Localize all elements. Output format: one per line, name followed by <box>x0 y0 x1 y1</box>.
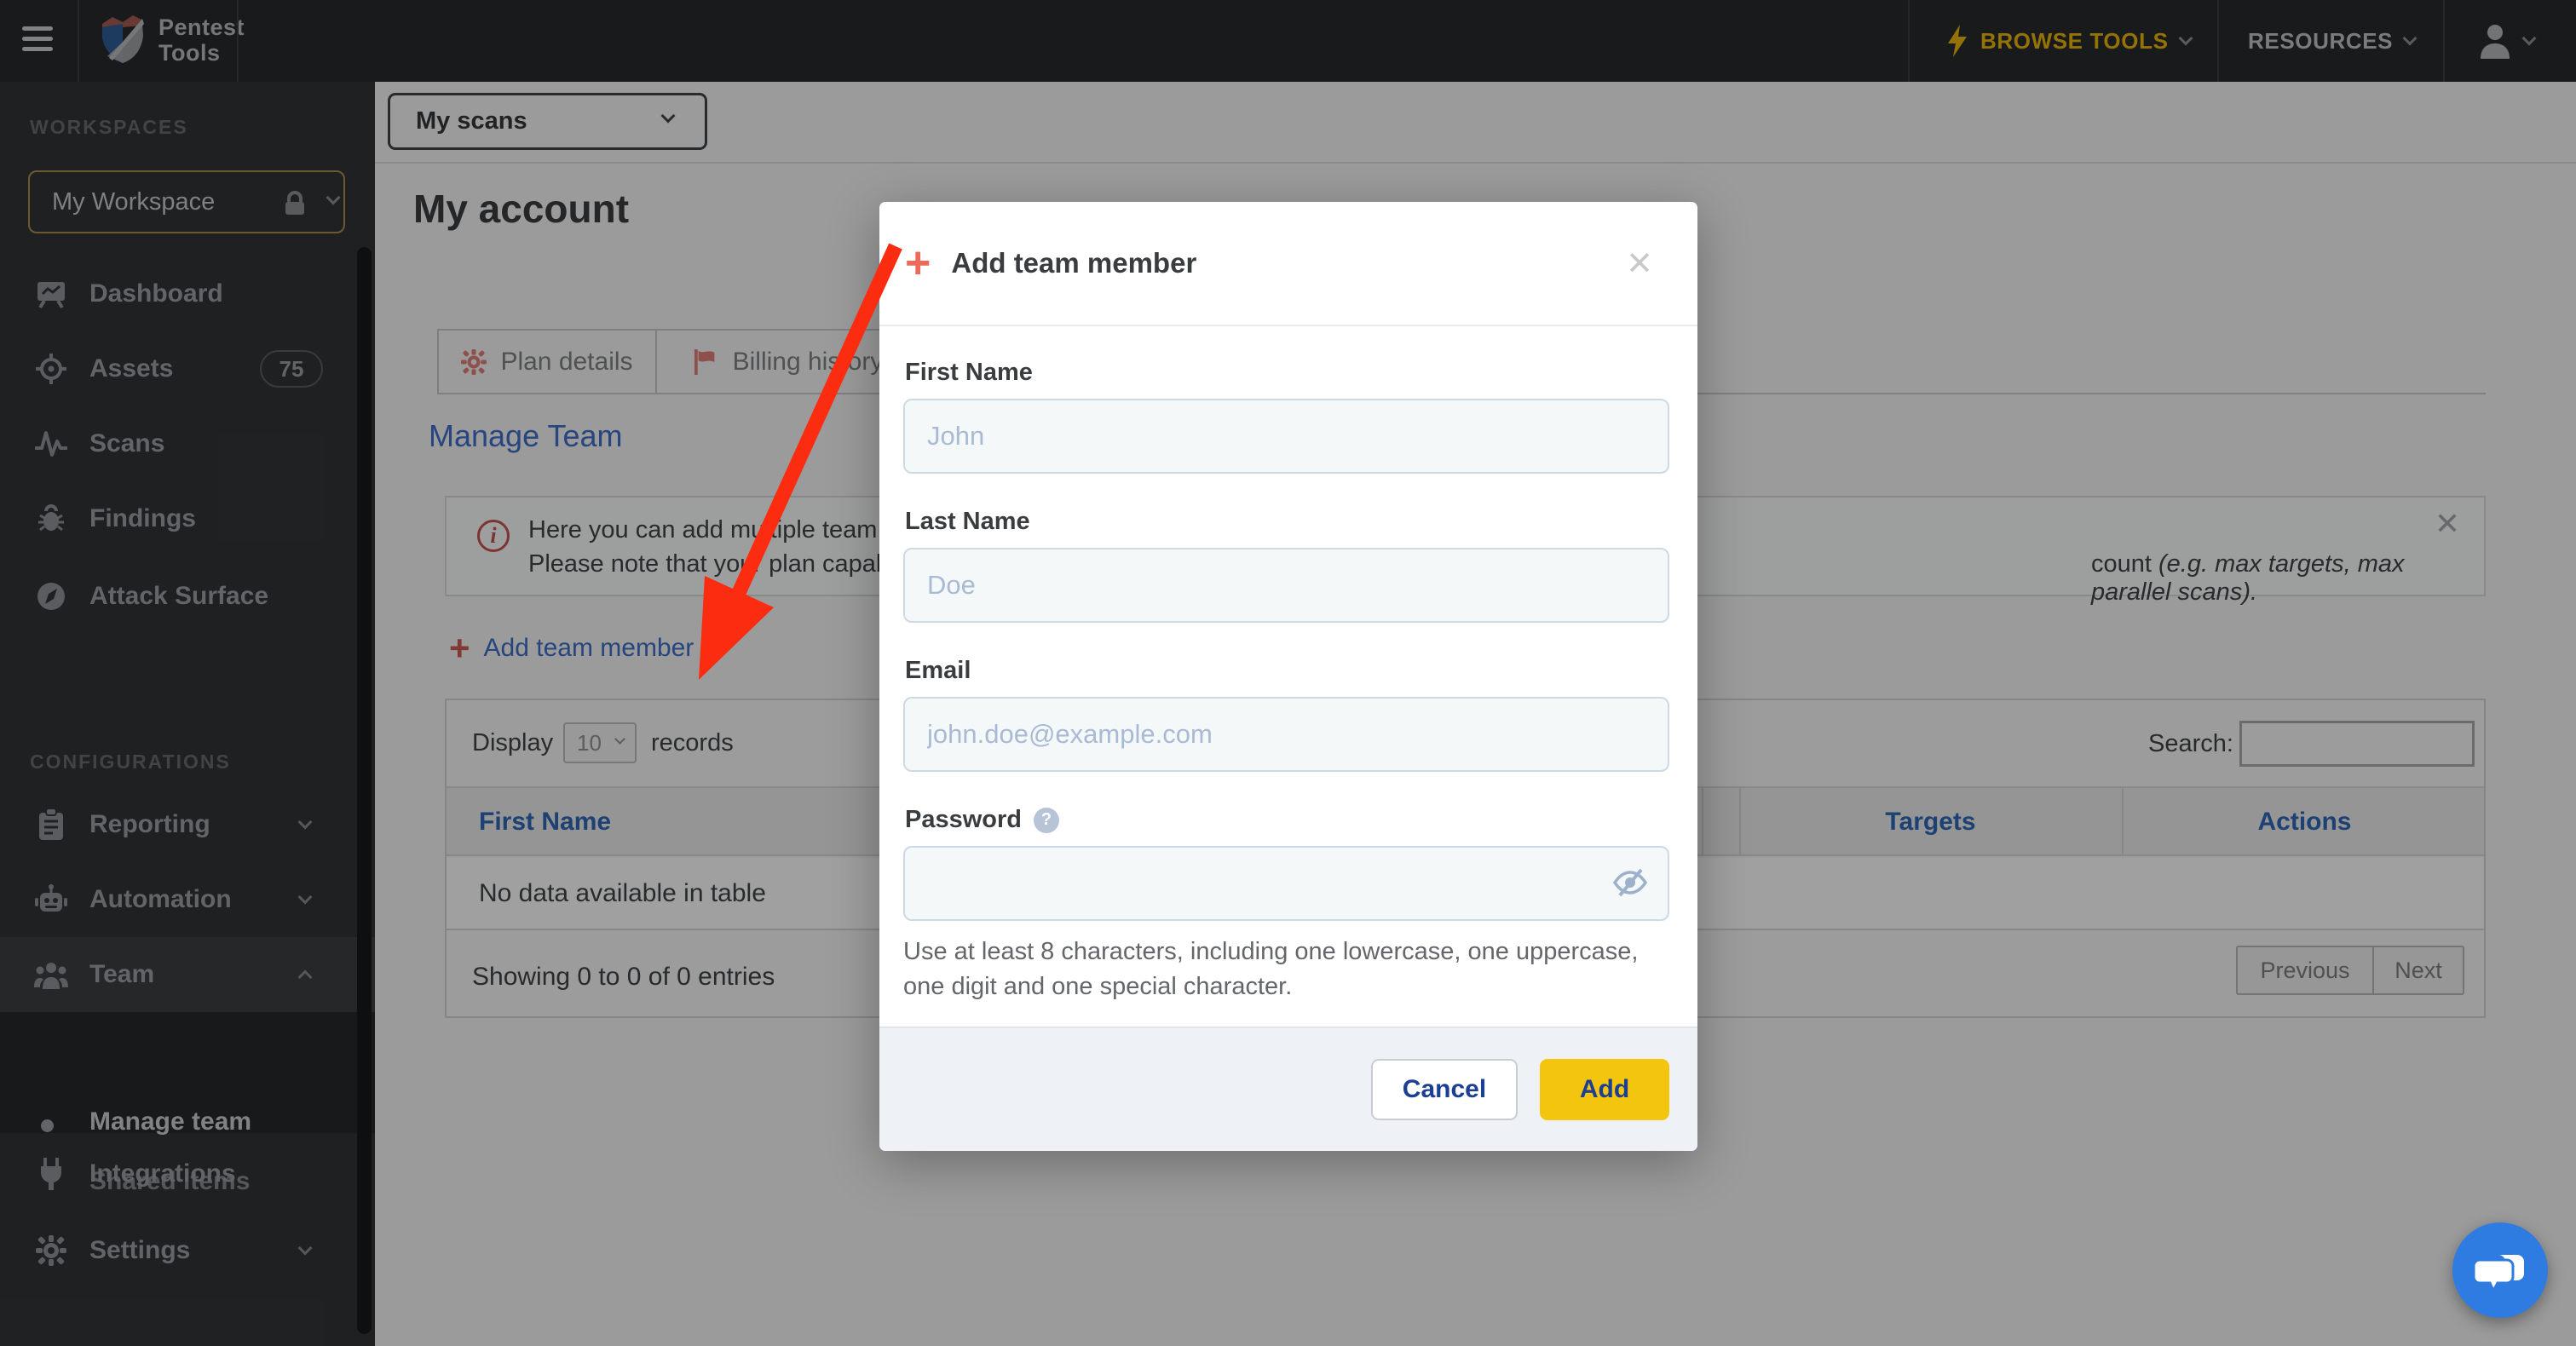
email-label: Email <box>905 657 1669 685</box>
modal-body: First Name Last Name Email Password ? Us… <box>879 326 1697 1004</box>
chat-bubbles-icon <box>2475 1246 2526 1294</box>
plus-icon: + <box>905 246 931 280</box>
password-label: Password ? <box>905 806 1669 834</box>
first-name-label: First Name <box>905 359 1669 387</box>
modal-title: Add team member <box>951 247 1196 279</box>
eye-slash-icon[interactable] <box>1613 868 1647 901</box>
last-name-label: Last Name <box>905 508 1669 536</box>
password-label-text: Password <box>905 806 1022 834</box>
password-help-icon[interactable]: ? <box>1034 808 1059 833</box>
password-field[interactable] <box>903 846 1669 921</box>
chat-widget-button[interactable] <box>2452 1222 2548 1318</box>
close-icon[interactable]: ✕ <box>1626 244 1653 283</box>
add-team-member-modal: + Add team member ✕ First Name Last Name… <box>879 202 1697 1151</box>
password-helper-text: Use at least 8 characters, including one… <box>903 935 1669 1004</box>
modal-footer: Cancel Add <box>879 1027 1697 1151</box>
cancel-button[interactable]: Cancel <box>1371 1059 1518 1120</box>
email-field[interactable] <box>903 697 1669 772</box>
modal-header: + Add team member ✕ <box>879 202 1697 326</box>
add-button[interactable]: Add <box>1540 1059 1669 1120</box>
first-name-field[interactable] <box>903 399 1669 474</box>
last-name-field[interactable] <box>903 548 1669 623</box>
